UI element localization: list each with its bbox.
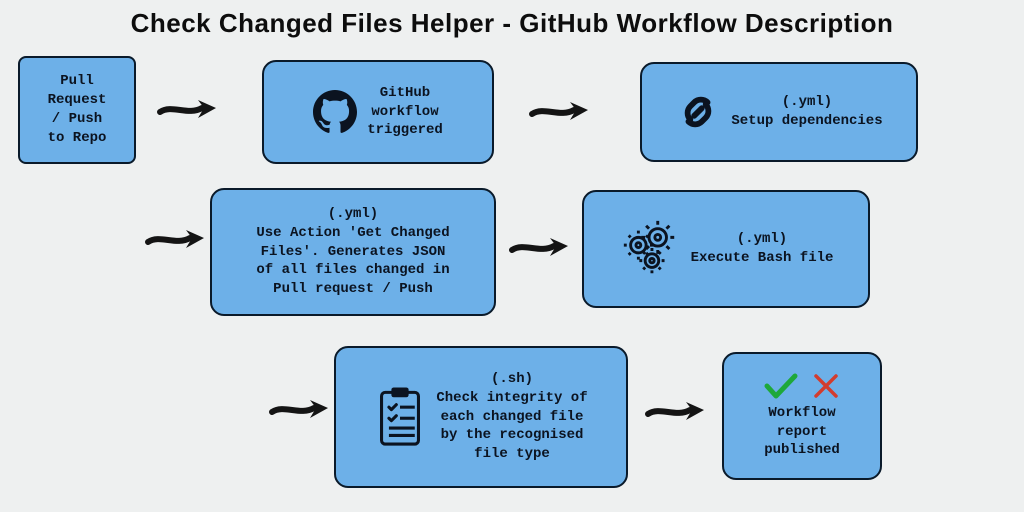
step-action-label: Use Action 'Get Changed Files'. Generate…: [256, 224, 449, 300]
step-report: Workflow report published: [722, 352, 882, 480]
arrow-icon: [510, 232, 570, 264]
step-check-integrity: (.sh) Check integrity of each changed fi…: [334, 346, 628, 488]
step-deps-label: Setup dependencies: [731, 112, 882, 131]
step-report-label: Workflow report published: [764, 404, 840, 461]
arrow-icon: [158, 94, 218, 126]
step-workflow-label: GitHub workflow triggered: [367, 84, 443, 141]
step-deps-tag: (.yml): [782, 93, 832, 112]
step-action-tag: (.yml): [328, 205, 378, 224]
check-icon: [764, 372, 798, 400]
step-trigger-label: Pull Request / Push to Repo: [48, 72, 107, 148]
step-trigger: Pull Request / Push to Repo: [18, 56, 136, 164]
x-icon: [812, 372, 840, 400]
step-get-changed-files: (.yml) Use Action 'Get Changed Files'. G…: [210, 188, 496, 316]
step-setup-dependencies: (.yml) Setup dependencies: [640, 62, 918, 162]
arrow-icon: [530, 96, 590, 128]
step-exec-tag: (.yml): [737, 230, 787, 249]
step-check-tag: (.sh): [491, 370, 533, 389]
arrow-icon: [270, 394, 330, 426]
gears-icon: [619, 218, 681, 280]
step-check-label: Check integrity of each changed file by …: [436, 389, 587, 465]
github-icon: [313, 90, 357, 134]
step-execute-bash: (.yml) Execute Bash file: [582, 190, 870, 308]
step-workflow-triggered: GitHub workflow triggered: [262, 60, 494, 164]
link-icon: [675, 89, 721, 135]
clipboard-icon: [374, 385, 426, 449]
arrow-icon: [646, 396, 706, 428]
step-exec-label: Execute Bash file: [691, 249, 834, 268]
arrow-icon: [146, 224, 206, 256]
diagram-title: Check Changed Files Helper - GitHub Work…: [0, 8, 1024, 39]
